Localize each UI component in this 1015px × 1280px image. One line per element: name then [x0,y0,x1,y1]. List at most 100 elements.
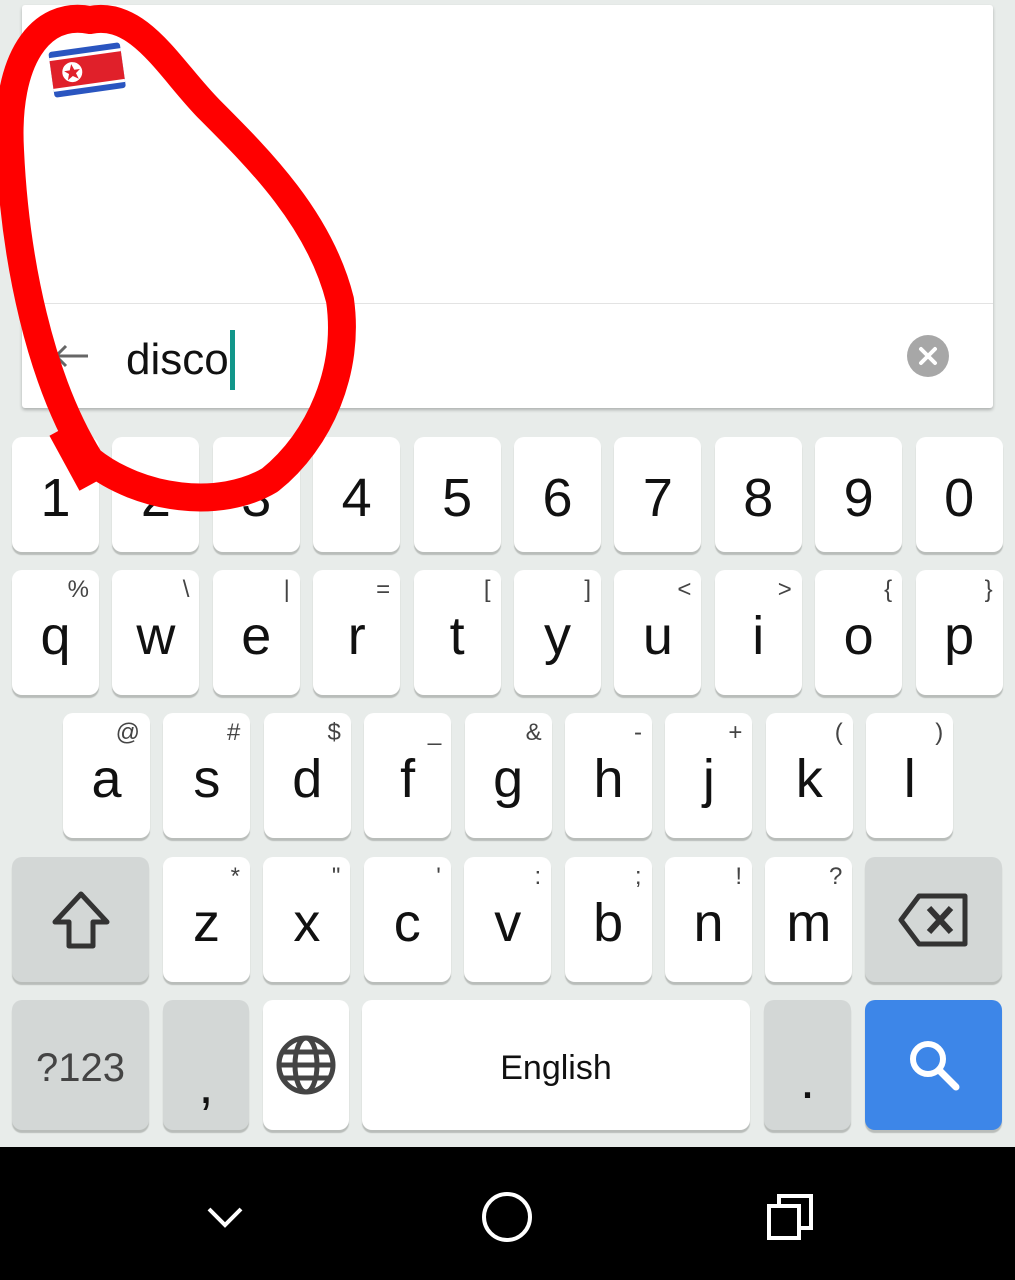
key-l[interactable]: ) l [866,713,954,838]
key-label: v [494,892,522,953]
space-key[interactable]: English [362,1000,750,1130]
key-label: 5 [442,467,473,528]
key-2[interactable]: 2 [112,437,200,552]
key-label: l [903,748,916,809]
shift-key[interactable] [12,857,149,982]
key-r[interactable]: = r [313,570,401,695]
key-hint: ? [829,863,843,890]
language-key[interactable] [263,1000,349,1130]
period-key[interactable]: . [764,1000,851,1130]
key-label: i [752,605,765,666]
key-label: 7 [642,467,673,528]
key-j[interactable]: + j [665,713,753,838]
comma-label: , [198,1055,214,1115]
key-label: x [293,892,321,953]
key-hint: > [777,576,792,603]
key-4[interactable]: 4 [313,437,401,552]
key-k[interactable]: (k [765,713,853,838]
key-hint: ; [634,863,642,890]
key-y[interactable]: ] y [514,570,601,695]
shift-icon [52,891,109,948]
text-cursor [229,330,235,390]
key-hint: } [984,576,993,603]
key-label: e [241,605,272,666]
key-label: h [593,748,624,809]
key-hint: < [677,576,692,603]
key-label: 2 [140,467,171,528]
key-0[interactable]: 0 [915,437,1003,552]
key-i[interactable]: > i [714,570,802,695]
key-e[interactable]: | e [212,570,300,695]
key-hint: & [525,719,542,746]
comma-key[interactable]: , [163,1000,249,1130]
key-a[interactable]: @ a [63,713,150,838]
key-hint: ] [584,576,591,603]
key-h[interactable]: -h [565,713,652,838]
key-label: u [642,605,673,666]
key-hint: \ [182,576,190,603]
home-circle-icon[interactable] [467,1177,547,1257]
key-label: y [544,605,571,666]
key-1[interactable]: 1 [12,437,99,552]
key-w[interactable]: \ w [112,570,200,695]
backspace-icon [898,893,967,946]
key-hint: + [728,719,743,746]
key-label: t [449,605,465,666]
key-label: j [702,748,715,809]
key-5[interactable]: 5 [413,437,501,552]
key-f[interactable]: _ f [364,713,452,838]
key-label: r [347,605,366,666]
key-label: f [400,748,416,809]
backspace-key[interactable] [865,857,1002,982]
key-6[interactable]: 6 [514,437,601,552]
key-hint: @ [115,719,140,746]
key-z[interactable]: * z [163,857,250,982]
key-hint: [ [483,576,491,603]
key-d[interactable]: $ d [263,713,351,838]
space-label: English [500,1048,612,1087]
key-label: 9 [843,467,874,528]
key-hint: { [884,576,893,603]
key-label: z [193,892,220,953]
key-3[interactable]: 3 [212,437,300,552]
clear-icon[interactable] [907,335,949,377]
back-arrow-icon[interactable] [52,342,92,370]
key-label: q [40,605,71,666]
key-hint: | [283,576,290,603]
key-o[interactable]: {o [815,570,903,695]
symbols-key[interactable]: ?123 [12,1000,149,1130]
key-label: 1 [40,467,71,528]
key-n[interactable]: ! n [665,857,752,982]
recents-icon[interactable] [750,1177,830,1257]
back-chevron-icon[interactable] [185,1177,265,1257]
key-s[interactable]: # s [163,713,251,838]
key-m[interactable]: ? m [765,857,853,982]
period-label: . [799,1050,815,1110]
search-input[interactable]: disco [126,330,235,390]
symbols-label: ?123 [36,1045,125,1090]
key-label: 6 [542,467,573,528]
key-c[interactable]: ' c [363,857,451,982]
key-u[interactable]: < u [614,570,702,695]
key-v[interactable]: :v [464,857,552,982]
key-t[interactable]: [t [413,570,501,695]
key-label: n [693,892,724,953]
key-9[interactable]: 9 [815,437,903,552]
key-label: 3 [241,467,272,528]
key-8[interactable]: 8 [714,437,802,552]
key-hint: % [67,576,89,603]
key-p[interactable]: } p [915,570,1003,695]
key-label: 0 [944,467,975,528]
key-q[interactable]: % q [12,570,99,695]
search-key[interactable] [865,1000,1002,1130]
key-hint: $ [327,719,341,746]
key-label: c [393,892,421,953]
key-hint: # [227,719,241,746]
key-x[interactable]: " x [263,857,351,982]
key-g[interactable]: & g [464,713,552,838]
key-label: g [493,748,524,809]
key-7[interactable]: 7 [614,437,702,552]
key-label: o [843,605,874,666]
key-b[interactable]: ; b [564,857,652,982]
key-label: b [593,892,624,953]
